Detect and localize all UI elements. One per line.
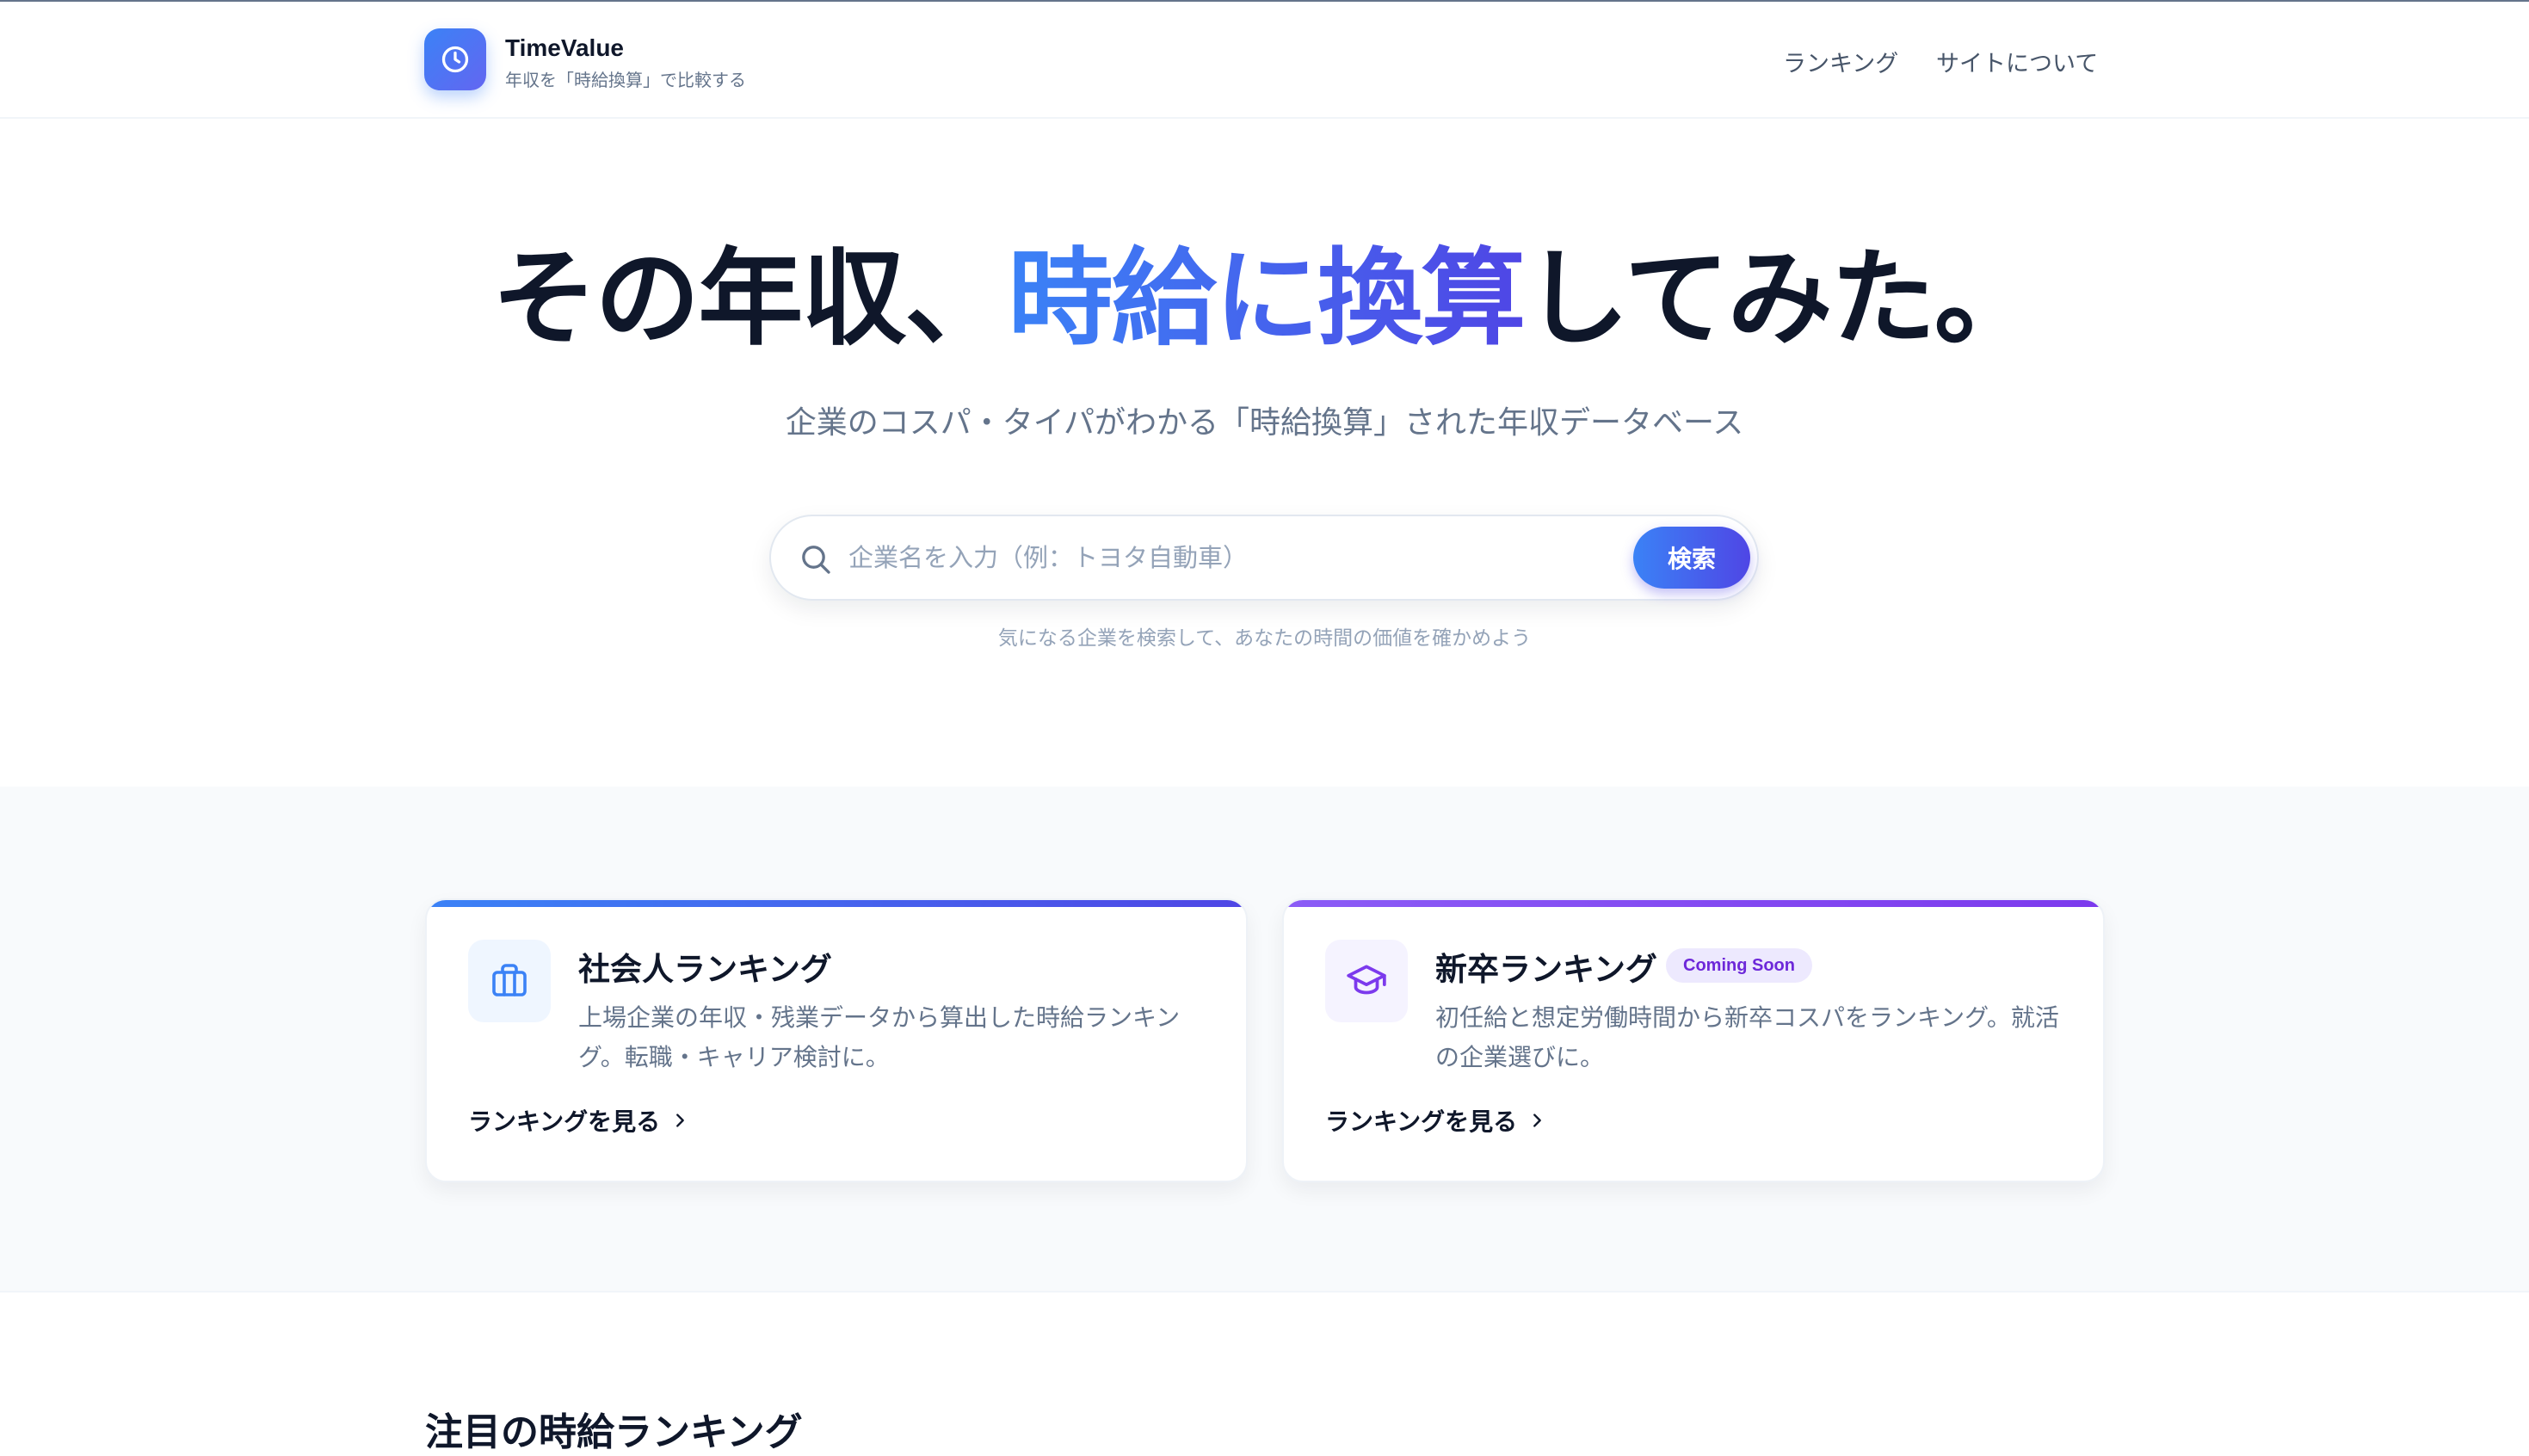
card-icon-wrapper: [1325, 940, 1408, 1022]
card-icon-wrapper: [468, 940, 551, 1022]
search-button[interactable]: 検索: [1633, 527, 1750, 589]
hero-title-tail: してみた。: [1524, 238, 2039, 360]
site-header: TimeValue 年収を「時給換算」で比較する ランキング サイトについて: [0, 2, 2529, 119]
search-icon: [802, 546, 830, 574]
brand-tagline: 年収を「時給換算」で比較する: [505, 70, 746, 90]
hero-title: その年収、時給に換算してみた。: [0, 241, 2529, 356]
view-ranking-link[interactable]: ランキングを見る: [1325, 1103, 1546, 1138]
card-title: 社会人ランキング: [578, 951, 832, 988]
logo[interactable]: [424, 28, 486, 90]
view-ranking-label: ランキングを見る: [468, 1107, 661, 1136]
view-ranking-link[interactable]: ランキングを見る: [468, 1103, 689, 1138]
search-hint: 気になる企業を検索して、あなたの時間の価値を確かめよう: [997, 627, 1532, 650]
hero-subtitle: 企業のコスパ・タイパがわかる「時給換算」された年収データベース: [785, 405, 1744, 441]
card-accent-bar: [427, 900, 1246, 907]
graduation-cap-icon: [1347, 965, 1386, 995]
briefcase-icon: [492, 964, 527, 996]
search-input[interactable]: [848, 532, 1520, 583]
search-bar: 検索: [769, 515, 1759, 601]
card-accent-bar: [1284, 900, 2103, 907]
nav-about-link[interactable]: サイトについて: [1936, 45, 2098, 78]
card-new-grad-ranking[interactable]: 新卒ランキング Coming Soon 初任給と想定労働時間から新卒コスパをラン…: [1282, 898, 2105, 1182]
hero-title-lead: その年収、: [491, 238, 1009, 360]
featured-section-title: 注目の時給ランキング: [425, 1410, 803, 1454]
ranking-cards-section: 社会人ランキング 上場企業の年収・残業データから算出した時給ランキング。転職・キ…: [0, 787, 2529, 1293]
coming-soon-badge: Coming Soon: [1666, 948, 1812, 983]
card-description: 初任給と想定労働時間から新卒コスパをランキング。就活の企業選びに。: [1435, 1003, 2059, 1071]
card-working-ranking[interactable]: 社会人ランキング 上場企業の年収・残業データから算出した時給ランキング。転職・キ…: [425, 898, 1248, 1182]
chevron-right-icon: [676, 1114, 685, 1127]
chevron-right-icon: [1533, 1114, 1542, 1127]
clock-icon: [441, 46, 469, 73]
view-ranking-label: ランキングを見る: [1325, 1107, 1518, 1136]
card-title: 新卒ランキング: [1435, 951, 1657, 988]
nav-ranking-link[interactable]: ランキング: [1783, 45, 1898, 78]
brand-name[interactable]: TimeValue: [505, 34, 624, 62]
card-description: 上場企業の年収・残業データから算出した時給ランキング。転職・キャリア検討に。: [578, 1003, 1181, 1071]
hero-title-highlight: 時給に換算: [1008, 238, 1526, 360]
